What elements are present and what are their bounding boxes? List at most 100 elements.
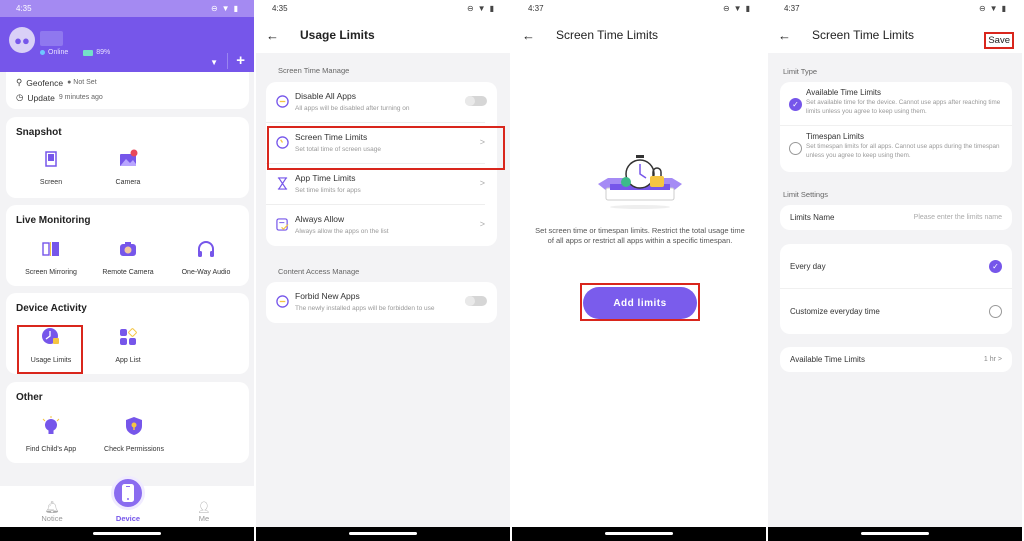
section-title: Snapshot — [16, 127, 62, 138]
dnd-icon: ⊖ — [978, 4, 986, 13]
save-button[interactable]: Save — [984, 32, 1014, 49]
battery-icon: ▮ — [745, 4, 750, 13]
clock-icon: ◷ — [16, 92, 24, 102]
limits-name-label: Limits Name — [790, 213, 835, 222]
list-item-always-allow[interactable]: Always Allow Always allow the apps on th… — [266, 205, 485, 246]
status-time: 4:35 — [16, 4, 32, 13]
disable-all-apps-toggle[interactable] — [465, 96, 487, 106]
item-title: Disable All Apps — [295, 91, 356, 101]
divider — [227, 53, 228, 69]
option-every-day[interactable]: Every day ✓ — [780, 244, 1012, 289]
item-subtitle: The newly installed apps will be forbidd… — [295, 305, 435, 312]
hourglass-icon — [277, 177, 288, 190]
home-indicator[interactable] — [861, 532, 929, 535]
tile-label: Camera — [115, 179, 141, 186]
tile-screen-mirroring[interactable]: Screen Mirroring — [11, 239, 91, 276]
status-icons: ⊖ ▼ ▮ — [723, 4, 750, 13]
status-time: 4:37 — [784, 4, 800, 13]
back-arrow-icon[interactable]: ← — [778, 28, 812, 43]
system-nav-bar — [0, 527, 254, 541]
radio-selected-icon[interactable]: ✓ — [989, 259, 1002, 273]
section-title: Other — [16, 392, 43, 403]
device-fab-button[interactable] — [111, 476, 145, 510]
tile-find-childs-app[interactable]: Find Child's App — [11, 416, 91, 453]
tile-app-list[interactable]: App List — [88, 327, 168, 364]
tile-camera[interactable]: Camera — [88, 149, 168, 186]
option-label: Customize everyday time — [790, 307, 880, 316]
tab-me[interactable]: 👤︎ Me — [174, 501, 234, 523]
back-arrow-icon[interactable]: ← — [266, 28, 300, 43]
forbid-icon — [276, 295, 289, 308]
screen-mirroring-icon — [42, 242, 59, 256]
available-time-limits-row[interactable]: Available Time Limits 1 hr > — [780, 347, 1012, 372]
section-label: Content Access Manage — [278, 267, 360, 276]
frequency-options: Every day ✓ Customize everyday time — [780, 244, 1012, 334]
tile-remote-camera[interactable]: Remote Camera — [88, 239, 168, 276]
avatar[interactable]: ●● — [9, 27, 35, 53]
tile-check-permissions[interactable]: Check Permissions — [94, 416, 174, 453]
dnd-icon: ⊖ — [210, 4, 218, 13]
online-label: Online — [48, 49, 69, 56]
add-device-button[interactable]: + — [236, 52, 245, 69]
tile-label: Find Child's App — [25, 446, 77, 453]
home-indicator[interactable] — [349, 532, 417, 535]
battery-level: 89% — [96, 49, 111, 56]
usage-limits-screen: 4:35 ⊖ ▼ ▮ ← Usage Limits Screen Time Manag… — [256, 0, 510, 541]
highlight-screen-time-limits — [267, 126, 505, 170]
bell-icon: 🔔︎ — [44, 500, 60, 514]
option-customize-everyday-time[interactable]: Customize everyday time — [780, 289, 1012, 334]
tile-label: One-Way Audio — [181, 269, 231, 276]
home-indicator[interactable] — [93, 532, 161, 535]
tile-one-way-audio[interactable]: One-Way Audio — [166, 239, 246, 276]
limit-type-options: ✓ Available Time Limits Set available ti… — [780, 82, 1012, 172]
status-bar: 4:35 ⊖ ▼ ▮ — [256, 0, 510, 17]
tile-screen[interactable]: Screen — [11, 149, 91, 186]
option-label: Every day — [790, 261, 826, 271]
update-value: 9 minutes ago — [58, 94, 103, 101]
dropdown-icon[interactable]: ▼ — [210, 58, 218, 67]
tile-label: Screen — [39, 179, 63, 186]
tile-label: Remote Camera — [102, 269, 154, 276]
update-label: Update — [27, 92, 55, 103]
radio-unselected-icon[interactable] — [989, 305, 1002, 318]
option-subtitle: Set available time for the device. Canno… — [806, 99, 1001, 115]
tab-notice[interactable]: 🔔︎ Notice — [22, 500, 82, 523]
option-timespan-limits[interactable]: Timespan Limits Set timespan limits for … — [780, 126, 1012, 170]
snapshot-section: Snapshot Screen Camera — [6, 117, 249, 198]
geofence-value: ● Not Set — [67, 79, 97, 86]
wifi-icon: ▼ — [221, 4, 230, 13]
status-icons: ⊖ ▼ ▮ — [467, 4, 494, 13]
list-item-disable-all-apps[interactable]: Disable All Apps All apps will be disabl… — [266, 82, 487, 123]
system-nav-bar — [512, 527, 766, 541]
tab-device[interactable]: Device — [98, 514, 158, 523]
app-bar: ← Usage Limits — [256, 17, 510, 53]
phone-icon — [122, 484, 134, 502]
status-time: 4:37 — [528, 4, 544, 13]
option-available-time-limits[interactable]: ✓ Available Time Limits Set available ti… — [780, 82, 1012, 126]
chevron-right-icon: > — [479, 219, 485, 229]
section-label: Screen Time Manage — [278, 66, 350, 75]
list-item-forbid-new-apps[interactable]: Forbid New Apps The newly installed apps… — [266, 282, 487, 323]
item-subtitle: All apps will be disabled after turning … — [295, 105, 410, 112]
section-title: Live Monitoring — [16, 215, 91, 226]
limits-name-row[interactable]: Limits Name Please enter the limits name — [780, 205, 1012, 230]
content-access-manage-list: Forbid New Apps The newly installed apps… — [266, 282, 497, 323]
back-arrow-icon[interactable]: ← — [522, 28, 556, 43]
option-subtitle: Set timespan limits for all apps. Cannot… — [806, 143, 1000, 159]
geofence-icon: ⚲ — [16, 77, 23, 87]
list-item-app-time-limits[interactable]: App Time Limits Set time limits for apps… — [266, 164, 485, 205]
tile-label: App List — [115, 357, 141, 364]
online-status: Online 89% — [40, 49, 110, 56]
camera-icon — [120, 242, 136, 256]
dnd-icon: ⊖ — [466, 4, 474, 13]
radio-unselected-icon[interactable] — [789, 142, 802, 155]
limits-name-input[interactable]: Please enter the limits name — [914, 214, 1002, 221]
forbid-new-apps-toggle[interactable] — [465, 296, 487, 306]
section-label: Limit Settings — [783, 190, 829, 199]
child-header: ●● Online 89% ▼ + — [0, 17, 254, 72]
radio-selected-icon[interactable]: ✓ — [789, 98, 802, 111]
home-indicator[interactable] — [605, 532, 673, 535]
status-bar: 4:35 ⊖ ▼ ▮ — [0, 0, 254, 17]
other-section: Other Find Child's App Check Permissions — [6, 382, 249, 463]
status-bar: 4:37 ⊖ ▼ ▮ — [512, 0, 766, 17]
